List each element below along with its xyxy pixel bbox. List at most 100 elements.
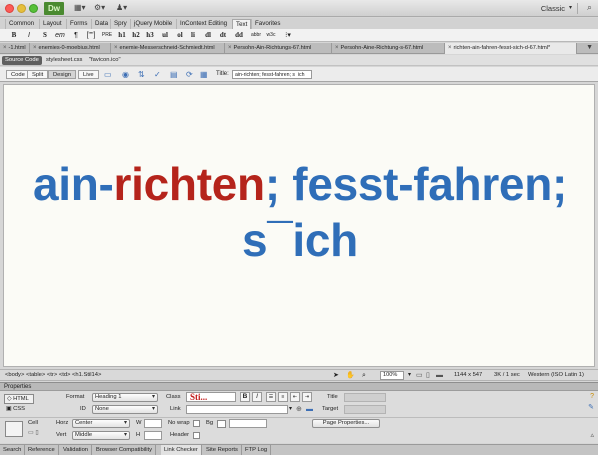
tab-link-checker[interactable]: Link Checker bbox=[161, 445, 202, 455]
doc-tab[interactable]: × Persohn-Aine-Richtung-s-67.html bbox=[332, 43, 445, 54]
doc-tab[interactable]: × enemies-0-moebius.html bbox=[30, 43, 111, 54]
bg-color-input[interactable] bbox=[229, 419, 267, 428]
close-icon[interactable]: × bbox=[335, 45, 339, 51]
height-input[interactable] bbox=[144, 431, 162, 440]
chevron-down-icon[interactable]: ▾ bbox=[289, 405, 292, 414]
tab-favorites[interactable]: Favorites bbox=[251, 19, 283, 29]
tab-common[interactable]: Common bbox=[5, 19, 37, 29]
horz-select[interactable]: Center bbox=[72, 419, 130, 428]
tag-selector[interactable]: <body> <table> <tr> <td> <h1.Stil14> bbox=[5, 371, 101, 380]
dt-button[interactable]: dt bbox=[218, 30, 228, 41]
document-title-input[interactable] bbox=[232, 70, 312, 79]
design-view-button[interactable]: Design bbox=[48, 70, 77, 79]
outdent-icon[interactable]: ⇤ bbox=[290, 392, 300, 402]
zoom-tool-icon[interactable]: ⌕ bbox=[362, 371, 366, 380]
abbr-button[interactable]: abbr bbox=[249, 30, 263, 41]
html-mode-button[interactable]: ◇ HTML bbox=[4, 394, 34, 404]
close-icon[interactable]: × bbox=[228, 45, 232, 51]
class-select[interactable]: Sti... bbox=[186, 392, 236, 402]
file-management-icon[interactable]: ⇅ bbox=[138, 70, 145, 79]
refresh-design-icon[interactable]: ⟳ bbox=[186, 70, 193, 79]
help-icon[interactable]: ? bbox=[590, 393, 594, 400]
doc-tab[interactable]: × enemie-Messerschneid-Schmiedt.html bbox=[111, 43, 225, 54]
format-select[interactable]: Heading 1 bbox=[92, 393, 158, 402]
live-view-button[interactable]: Live bbox=[78, 70, 99, 79]
close-icon[interactable]: × bbox=[33, 45, 37, 51]
doc-tab-active[interactable]: × richten-ain-fahren-fesst-sich-d-67.html… bbox=[445, 43, 577, 54]
layout-icon[interactable]: ▦▾ bbox=[74, 3, 86, 12]
related-file-favicon[interactable]: "favicon.ico" bbox=[89, 56, 121, 65]
doc-tab[interactable]: × -1.html bbox=[0, 43, 30, 54]
pre-button[interactable]: PRE bbox=[100, 30, 114, 41]
merge-cells-icon[interactable]: ▭ ▯ bbox=[28, 429, 39, 438]
minimize-window-button[interactable] bbox=[17, 4, 26, 13]
em-button[interactable]: em bbox=[54, 30, 66, 41]
workspace-switcher[interactable]: Classic bbox=[541, 4, 565, 13]
css-mode-button[interactable]: ▣ CSS bbox=[4, 405, 25, 414]
characters-menu-button[interactable]: ⁝▾ bbox=[281, 30, 295, 41]
w3c-button[interactable]: w3c bbox=[264, 30, 278, 41]
point-to-file-icon[interactable]: ⊕ bbox=[296, 405, 302, 414]
strong-button[interactable]: S bbox=[40, 30, 50, 41]
bold-button[interactable]: B bbox=[240, 392, 250, 402]
italic-button[interactable]: I bbox=[252, 392, 262, 402]
gear-icon[interactable]: ⚙▾ bbox=[94, 3, 105, 12]
tab-text[interactable]: Text bbox=[232, 19, 252, 29]
indent-icon[interactable]: ⇥ bbox=[302, 392, 312, 402]
ordered-list-icon[interactable]: ≡ bbox=[278, 392, 288, 402]
search-icon[interactable]: ⌕ bbox=[587, 2, 592, 13]
page-heading[interactable]: ain-richten; fesst-fahren; s¯ich bbox=[4, 156, 596, 268]
paragraph-button[interactable]: ¶ bbox=[71, 30, 81, 41]
ul-button[interactable]: ul bbox=[160, 30, 170, 41]
source-code-button[interactable]: Source Code bbox=[2, 56, 42, 65]
h1-button[interactable]: h1 bbox=[116, 30, 128, 41]
page-properties-button[interactable]: Page Properties... bbox=[312, 419, 380, 428]
window-dimensions[interactable]: 1144 x 547 bbox=[454, 371, 482, 380]
tab-data[interactable]: Data bbox=[91, 19, 111, 29]
blockquote-button[interactable]: [""] bbox=[84, 30, 98, 41]
bg-color-swatch[interactable] bbox=[217, 420, 226, 428]
ol-button[interactable]: ol bbox=[175, 30, 185, 41]
unordered-list-icon[interactable]: ☰ bbox=[266, 392, 276, 402]
bold-button[interactable]: B bbox=[8, 30, 20, 41]
visual-aids-icon[interactable]: ▤ bbox=[170, 70, 178, 79]
properties-panel-header[interactable]: Properties bbox=[0, 382, 598, 391]
italic-button[interactable]: I bbox=[24, 30, 34, 41]
user-icon[interactable]: ♟▾ bbox=[116, 3, 127, 12]
split-view-button[interactable]: Split bbox=[27, 70, 49, 79]
zoom-window-button[interactable] bbox=[29, 4, 38, 13]
h2-button[interactable]: h2 bbox=[130, 30, 142, 41]
hand-tool-icon[interactable]: ✋ bbox=[346, 371, 355, 380]
check-browser-icon[interactable]: ✓ bbox=[154, 70, 161, 79]
doc-tab[interactable]: × Persohn-Ain-Richtungs-67.html bbox=[225, 43, 332, 54]
tab-spry[interactable]: Spry bbox=[110, 19, 130, 29]
desktop-icon[interactable]: ▬ bbox=[436, 371, 443, 380]
browse-folder-icon[interactable]: ▬ bbox=[306, 405, 313, 414]
view-options-icon[interactable]: ▦ bbox=[200, 70, 208, 79]
close-icon[interactable]: × bbox=[114, 45, 118, 51]
link-input[interactable] bbox=[186, 405, 288, 414]
window-size-icon[interactable]: ▭ bbox=[416, 371, 423, 380]
li-button[interactable]: li bbox=[189, 30, 197, 41]
dd-button[interactable]: dd bbox=[233, 30, 245, 41]
tab-ftp-log[interactable]: FTP Log bbox=[242, 445, 272, 455]
nowrap-checkbox[interactable] bbox=[193, 420, 200, 427]
dl-button[interactable]: dl bbox=[203, 30, 213, 41]
preview-browser-icon[interactable]: ◉ bbox=[122, 70, 129, 79]
tab-validation[interactable]: Validation bbox=[60, 445, 93, 455]
tab-site-reports[interactable]: Site Reports bbox=[203, 445, 242, 455]
width-input[interactable] bbox=[144, 419, 162, 428]
tab-search[interactable]: Search bbox=[0, 445, 26, 455]
id-select[interactable]: None bbox=[92, 405, 158, 414]
device-icon[interactable]: ▯ bbox=[426, 371, 430, 380]
tab-reference[interactable]: Reference bbox=[25, 445, 59, 455]
tab-jquery-mobile[interactable]: jQuery Mobile bbox=[130, 19, 175, 29]
vert-select[interactable]: Middle bbox=[72, 431, 130, 440]
tab-forms[interactable]: Forms bbox=[66, 19, 91, 29]
h3-button[interactable]: h3 bbox=[144, 30, 156, 41]
multiscreen-icon[interactable]: ▭ bbox=[104, 70, 112, 79]
related-file-stylesheet[interactable]: stylesheet.css bbox=[46, 56, 82, 65]
tab-incontext-editing[interactable]: InContext Editing bbox=[176, 19, 230, 29]
design-canvas[interactable]: ain-richten; fesst-fahren; s¯ich bbox=[3, 84, 595, 367]
close-icon[interactable]: × bbox=[3, 45, 7, 51]
